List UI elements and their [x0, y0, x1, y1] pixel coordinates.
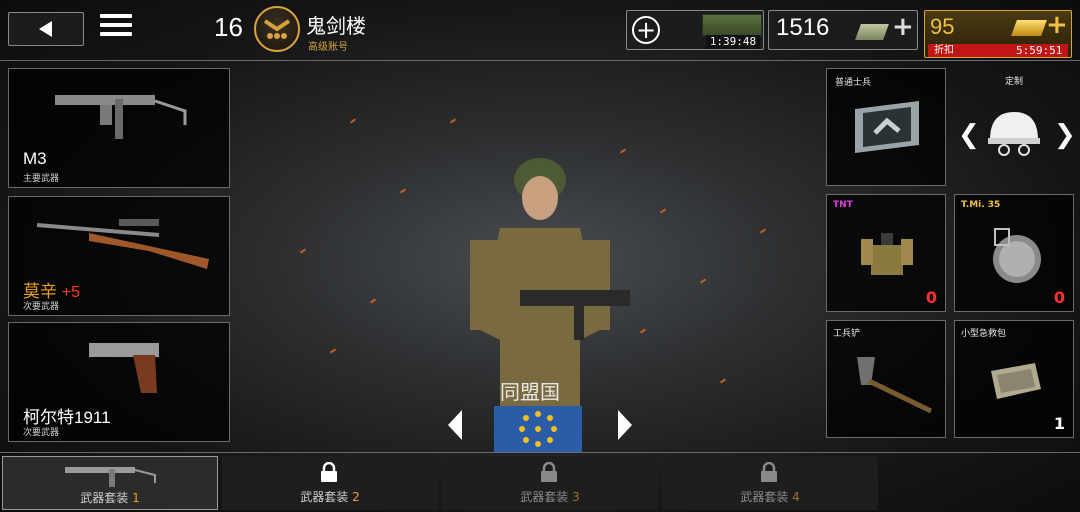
helmet-icon[interactable] — [984, 108, 1044, 158]
chevron-left-icon — [448, 410, 462, 440]
lock-icon — [321, 462, 337, 482]
shovel-icon — [857, 357, 933, 414]
add-money-button[interactable]: + — [892, 14, 914, 40]
lock-icon — [541, 462, 557, 482]
rank-patch-icon — [855, 101, 919, 153]
top-divider — [0, 60, 1080, 61]
medkit-slot[interactable]: 小型急救包 1 — [954, 320, 1074, 438]
loadout-label: 武器套装 — [520, 490, 569, 504]
rank-slot-label: 普通士兵 — [835, 78, 872, 88]
pistol-colt-icon — [89, 343, 159, 393]
menu-button[interactable] — [100, 14, 132, 44]
money-value: 1516 — [776, 14, 830, 41]
prev-faction-button[interactable] — [446, 408, 466, 442]
item-count: 0 — [925, 288, 937, 307]
next-customize-button[interactable]: ❯ — [1054, 120, 1076, 150]
chevron-left-icon: ❮ — [958, 120, 980, 150]
prev-customize-button[interactable]: ❮ — [958, 120, 980, 150]
cash-stack-icon — [855, 24, 889, 40]
item-label: 小型急救包 — [961, 329, 1007, 339]
add-crate-button[interactable]: + — [632, 16, 660, 44]
loadout-tab-1[interactable]: 武器套装 1 — [2, 456, 218, 510]
loadout-tab-4[interactable]: 武器套装 4 — [662, 456, 878, 510]
mine-slot[interactable]: T.Mi. 35 0 — [954, 194, 1074, 312]
weapon-type: 次要武器 — [23, 302, 60, 312]
chevron-right-icon — [618, 410, 632, 440]
rank-insignia-slot[interactable]: 普通士兵 — [826, 68, 946, 186]
next-faction-button[interactable] — [614, 408, 634, 442]
faction-name: 同盟国 — [500, 380, 560, 404]
gold-value: 95 — [930, 14, 955, 39]
back-arrow-icon — [39, 21, 52, 37]
player-name[interactable]: 鬼剑楼 — [306, 10, 366, 39]
gold-offer-label: 折扣 — [934, 45, 954, 56]
player-level: 16 — [214, 12, 243, 42]
rank-badge[interactable] — [254, 6, 300, 52]
item-label: TNT — [833, 200, 853, 210]
loadout-tab-3[interactable]: 武器套装 3 — [442, 456, 658, 510]
landmine-icon — [993, 228, 1041, 283]
loadout-label: 武器套装 — [300, 490, 349, 504]
loadout-tab-2[interactable]: 武器套装 2 — [222, 456, 438, 510]
shovel-slot[interactable]: 工兵铲 — [826, 320, 946, 438]
item-count: 0 — [1053, 288, 1065, 307]
faction-flag — [494, 406, 582, 452]
hamburger-menu-icon — [100, 14, 132, 18]
rifle-mosin-icon — [36, 219, 209, 269]
loadout-number: 1 — [132, 491, 140, 505]
customize-label: 定制 — [1004, 77, 1023, 87]
loadout-label: 武器套装 — [740, 490, 789, 504]
weapon-type: 次要武器 — [23, 428, 60, 438]
add-gold-button[interactable]: + — [1046, 12, 1068, 38]
gold-offer-timer: 5:59:51 — [1016, 44, 1063, 57]
supply-crate-icon — [702, 14, 762, 36]
bottom-divider — [0, 452, 1080, 453]
tnt-slot[interactable]: TNT 0 — [826, 194, 946, 312]
gold-bar-icon — [1011, 20, 1047, 36]
crate-timer: 1:39:48 — [706, 35, 760, 49]
weapon-type: 主要武器 — [23, 174, 60, 184]
item-label: 工兵铲 — [833, 329, 861, 339]
smg-m3-icon — [55, 95, 187, 139]
primary-weapon-slot[interactable]: M3 主要武器 — [8, 68, 230, 188]
customize-panel: 定制 ❮ ❯ — [954, 68, 1076, 186]
secondary-weapon-slot[interactable]: 莫辛 +5 次要武器 — [8, 196, 230, 316]
weapon-name: M3 — [23, 149, 47, 168]
allies-stars-icon — [519, 411, 557, 447]
lock-icon — [761, 462, 777, 482]
loadout-number: 4 — [792, 490, 800, 504]
tnt-icon — [861, 233, 913, 275]
rank-chevron-icon — [263, 19, 291, 39]
item-count: 1 — [1053, 414, 1065, 433]
loadout-number: 3 — [572, 490, 580, 504]
smg-m3-icon — [65, 467, 156, 487]
back-button[interactable] — [8, 12, 84, 46]
first-aid-kit-icon — [991, 363, 1041, 399]
sidearm-weapon-slot[interactable]: 柯尔特1911 次要武器 — [8, 322, 230, 442]
loadout-number: 2 — [352, 490, 360, 504]
weapon-bonus: +5 — [61, 284, 80, 301]
plus-circle-icon: + — [635, 16, 657, 44]
loadout-label: 武器套装 — [80, 491, 129, 505]
soldier-character — [470, 158, 630, 450]
player-subtitle: 高级账号 — [308, 42, 348, 53]
item-label: T.Mi. 35 — [961, 200, 1001, 210]
chevron-right-icon: ❯ — [1054, 120, 1076, 150]
